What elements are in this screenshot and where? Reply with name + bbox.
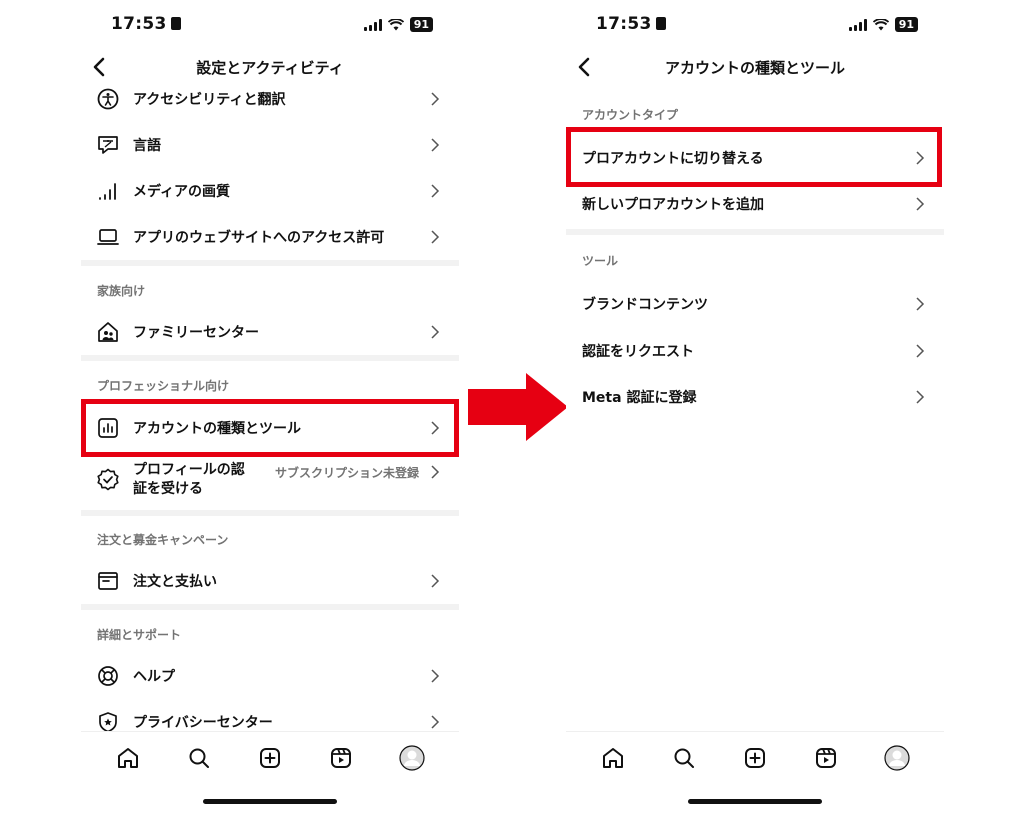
section-header-orders: 注文と募金キャンペーン <box>97 533 229 547</box>
section-header-family: 家族向け <box>97 284 146 298</box>
subscription-status: サブスクリプション未登録 <box>274 466 419 480</box>
search-icon[interactable] <box>184 743 214 773</box>
cellular-signal-icon <box>848 18 867 31</box>
battery-indicator: 91 <box>894 17 918 32</box>
chevron-right-icon <box>916 297 925 311</box>
reels-icon[interactable] <box>811 743 841 773</box>
menu-item-orders-payments[interactable]: 注文と支払い <box>81 567 459 595</box>
status-time: 17:53 <box>596 14 666 34</box>
menu-item-label: 言語 <box>133 138 161 154</box>
home-icon[interactable] <box>598 743 628 773</box>
chevron-right-icon <box>431 715 440 729</box>
section-divider <box>81 260 459 266</box>
family-home-icon <box>95 319 121 345</box>
menu-item-request-verification[interactable]: 認証をリクエスト <box>566 337 944 365</box>
profile-icon[interactable] <box>882 743 912 773</box>
section-divider <box>81 510 459 516</box>
menu-item-website-permissions[interactable]: アプリのウェブサイトへのアクセス許可 <box>81 224 459 250</box>
laptop-icon <box>95 224 121 250</box>
menu-item-label: ヘルプ <box>133 669 175 685</box>
id-badge-icon <box>170 17 181 30</box>
accessibility-icon <box>95 86 121 112</box>
menu-item-label: Meta 認証に登録 <box>582 390 697 406</box>
menu-item-media-quality[interactable]: メディアの画質 <box>81 178 459 204</box>
section-divider <box>566 229 944 235</box>
chevron-right-icon <box>431 138 440 152</box>
section-header-professional: プロフェッショナル向け <box>97 379 230 393</box>
create-icon[interactable] <box>255 743 285 773</box>
chevron-right-icon <box>431 574 440 588</box>
menu-item-meta-verified[interactable]: Meta 認証に登録 <box>566 383 944 411</box>
status-time: 17:53 <box>111 14 181 34</box>
chevron-right-icon <box>431 669 440 683</box>
search-icon[interactable] <box>669 743 699 773</box>
chevron-right-icon <box>916 344 925 358</box>
verified-label-line2: 証を受ける <box>133 481 203 497</box>
menu-item-add-pro[interactable]: 新しいプロアカウントを追加 <box>566 190 944 218</box>
highlight-box-switch-pro <box>566 127 942 187</box>
chevron-right-icon <box>431 325 440 339</box>
wifi-icon <box>872 18 889 30</box>
chevron-right-icon <box>431 92 440 106</box>
red-arrow-icon <box>468 373 568 441</box>
section-header-more: 詳細とサポート <box>97 628 182 642</box>
account-types-screen: 17:53 91 アカウントの種類とツール アカウントタイプ プロアカウントに切… <box>566 0 944 813</box>
menu-item-label: 認証をリクエスト <box>582 344 694 360</box>
menu-item-family-center[interactable]: ファミリーセンター <box>81 318 459 346</box>
id-badge-icon <box>655 17 666 30</box>
wifi-icon <box>387 18 404 30</box>
bottom-tab-bar <box>81 731 459 784</box>
menu-item-label: ブランドコンテンツ <box>582 297 708 313</box>
cellular-signal-icon <box>363 18 382 31</box>
create-icon[interactable] <box>740 743 770 773</box>
menu-item-label: アクセシビリティと翻訳 <box>133 92 286 108</box>
section-divider <box>81 355 459 361</box>
menu-item-help[interactable]: ヘルプ <box>81 662 459 690</box>
menu-item-label: プライバシーセンター <box>133 715 273 731</box>
menu-item-branded-content[interactable]: ブランドコンテンツ <box>566 290 944 318</box>
language-icon <box>95 132 121 158</box>
menu-item-language[interactable]: 言語 <box>81 132 459 158</box>
chevron-right-icon <box>431 465 440 479</box>
nav-bar: 設定とアクティビティ <box>81 52 459 82</box>
menu-item-label: アプリのウェブサイトへのアクセス許可 <box>133 230 385 246</box>
lifebuoy-icon <box>95 663 121 689</box>
chevron-right-icon <box>431 230 440 244</box>
orders-box-icon <box>95 568 121 594</box>
home-indicator <box>688 799 822 804</box>
status-bar: 17:53 91 <box>566 14 944 38</box>
chevron-right-icon <box>916 197 925 211</box>
chevron-right-icon <box>916 390 925 404</box>
menu-item-accessibility[interactable]: アクセシビリティと翻訳 <box>81 86 459 112</box>
page-title: アカウントの種類とツール <box>664 59 845 77</box>
page-title: 設定とアクティビティ <box>196 59 344 77</box>
menu-item-label: 新しいプロアカウントを追加 <box>582 197 764 213</box>
status-bar: 17:53 91 <box>81 14 459 38</box>
section-divider <box>81 604 459 610</box>
highlight-box-account-types <box>81 399 459 457</box>
chevron-right-icon <box>431 184 440 198</box>
bottom-tab-bar <box>566 731 944 784</box>
profile-icon[interactable] <box>397 743 427 773</box>
home-icon[interactable] <box>113 743 143 773</box>
menu-item-label: ファミリーセンター <box>133 325 259 341</box>
menu-item-label: メディアの画質 <box>133 184 231 200</box>
menu-item-verified[interactable]: プロフィールの認 証を受ける サブスクリプション未登録 <box>81 460 459 500</box>
nav-bar: アカウントの種類とツール <box>566 52 944 82</box>
reels-icon[interactable] <box>326 743 356 773</box>
signal-bars-icon <box>95 178 121 204</box>
menu-item-label: 注文と支払い <box>133 574 217 590</box>
battery-indicator: 91 <box>409 17 433 32</box>
home-indicator <box>203 799 337 804</box>
section-header-account-type: アカウントタイプ <box>582 108 679 122</box>
verified-badge-icon <box>95 467 121 493</box>
section-header-tools: ツール <box>582 254 619 268</box>
